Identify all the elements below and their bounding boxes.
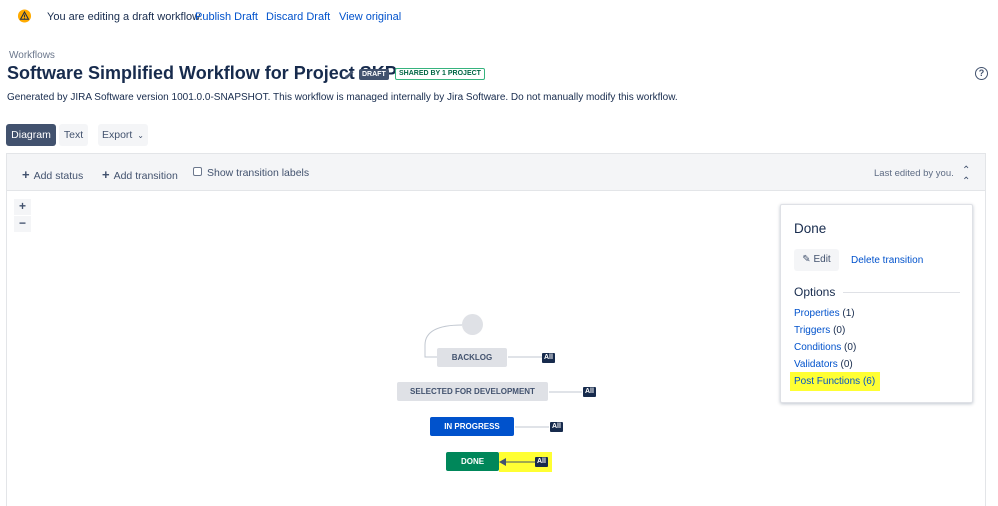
edit-pencil-icon[interactable]	[344, 69, 355, 80]
page-title: Software Simplified Workflow for Project…	[7, 63, 397, 83]
workflow-description: Generated by JIRA Software version 1001.…	[7, 92, 678, 103]
add-status-button[interactable]: + Add status	[22, 167, 83, 182]
diagram-toolbar: + Add status + Add transition Show transit…	[6, 153, 986, 191]
help-icon[interactable]: ?	[975, 67, 988, 80]
zoom-out-button[interactable]: −	[14, 216, 31, 232]
option-count: (0)	[833, 325, 846, 336]
panel-title: Done	[794, 221, 827, 236]
collapse-up-icon[interactable]: ⌃ ⌃	[962, 165, 970, 187]
status-in-progress[interactable]: IN PROGRESS	[430, 417, 514, 436]
status-done[interactable]: DONE	[446, 452, 499, 471]
export-dropdown[interactable]: Export ⌄	[98, 124, 148, 146]
option-label: Triggers	[794, 325, 831, 336]
transition-panel: Done ✎ Edit Delete transition Options Pr…	[780, 204, 973, 403]
add-transition-button[interactable]: + Add transition	[102, 167, 178, 182]
warning-icon	[17, 9, 32, 23]
last-edited-text: Last edited by you.	[874, 168, 954, 179]
initial-node[interactable]	[462, 314, 483, 335]
edit-button[interactable]: ✎ Edit	[794, 249, 839, 271]
banner-message: You are editing a draft workflow.	[47, 11, 203, 23]
status-backlog[interactable]: BACKLOG	[437, 348, 507, 367]
option-triggers[interactable]: Triggers (0)	[794, 325, 845, 336]
option-count: (0)	[844, 342, 857, 353]
option-label: Post Functions	[794, 376, 861, 387]
export-label: Export	[102, 129, 133, 141]
option-label: Properties	[794, 308, 840, 319]
option-validators[interactable]: Validators (0)	[794, 359, 853, 370]
draft-badge: DRAFT	[359, 69, 389, 80]
edit-label: Edit	[813, 254, 831, 265]
option-count: (1)	[842, 308, 855, 319]
draft-banner: You are editing a draft workflow. Publis…	[0, 0, 998, 34]
option-post-functions[interactable]: Post Functions (6)	[794, 376, 875, 387]
option-properties[interactable]: Properties (1)	[794, 308, 855, 319]
option-conditions[interactable]: Conditions (0)	[794, 342, 856, 353]
breadcrumb[interactable]: Workflows	[9, 50, 55, 61]
option-count: (0)	[840, 359, 853, 370]
all-transition-in-progress[interactable]: All	[550, 422, 563, 432]
text-tab[interactable]: Text	[59, 124, 88, 146]
show-transition-labels-checkbox[interactable]	[193, 167, 202, 176]
publish-draft-link[interactable]: Publish Draft	[195, 11, 258, 23]
show-transition-labels-label[interactable]: Show transition labels	[207, 167, 309, 179]
plus-icon: +	[102, 167, 110, 182]
option-label: Validators	[794, 359, 838, 370]
delete-transition-link[interactable]: Delete transition	[851, 255, 923, 266]
all-transition-selected[interactable]: All	[583, 387, 596, 397]
diagram-tab[interactable]: Diagram	[6, 124, 56, 146]
arrow-left-icon	[499, 458, 536, 466]
add-transition-label: Add transition	[113, 170, 178, 182]
plus-icon: +	[22, 167, 30, 182]
all-transition-backlog[interactable]: All	[542, 353, 555, 363]
option-label: Conditions	[794, 342, 842, 353]
discard-draft-link[interactable]: Discard Draft	[266, 11, 330, 23]
chevron-down-icon: ⌄	[137, 131, 144, 140]
options-divider	[843, 292, 960, 293]
option-count: (6)	[862, 376, 876, 387]
add-status-label: Add status	[33, 170, 84, 182]
shared-badge[interactable]: SHARED BY 1 PROJECT	[395, 68, 485, 80]
status-selected-for-development[interactable]: SELECTED FOR DEVELOPMENT	[397, 382, 548, 401]
options-heading: Options	[794, 285, 836, 299]
view-original-link[interactable]: View original	[339, 11, 401, 23]
all-transition-done[interactable]: All	[535, 457, 548, 467]
pencil-icon: ✎	[802, 254, 811, 265]
zoom-in-button[interactable]: +	[14, 199, 31, 215]
